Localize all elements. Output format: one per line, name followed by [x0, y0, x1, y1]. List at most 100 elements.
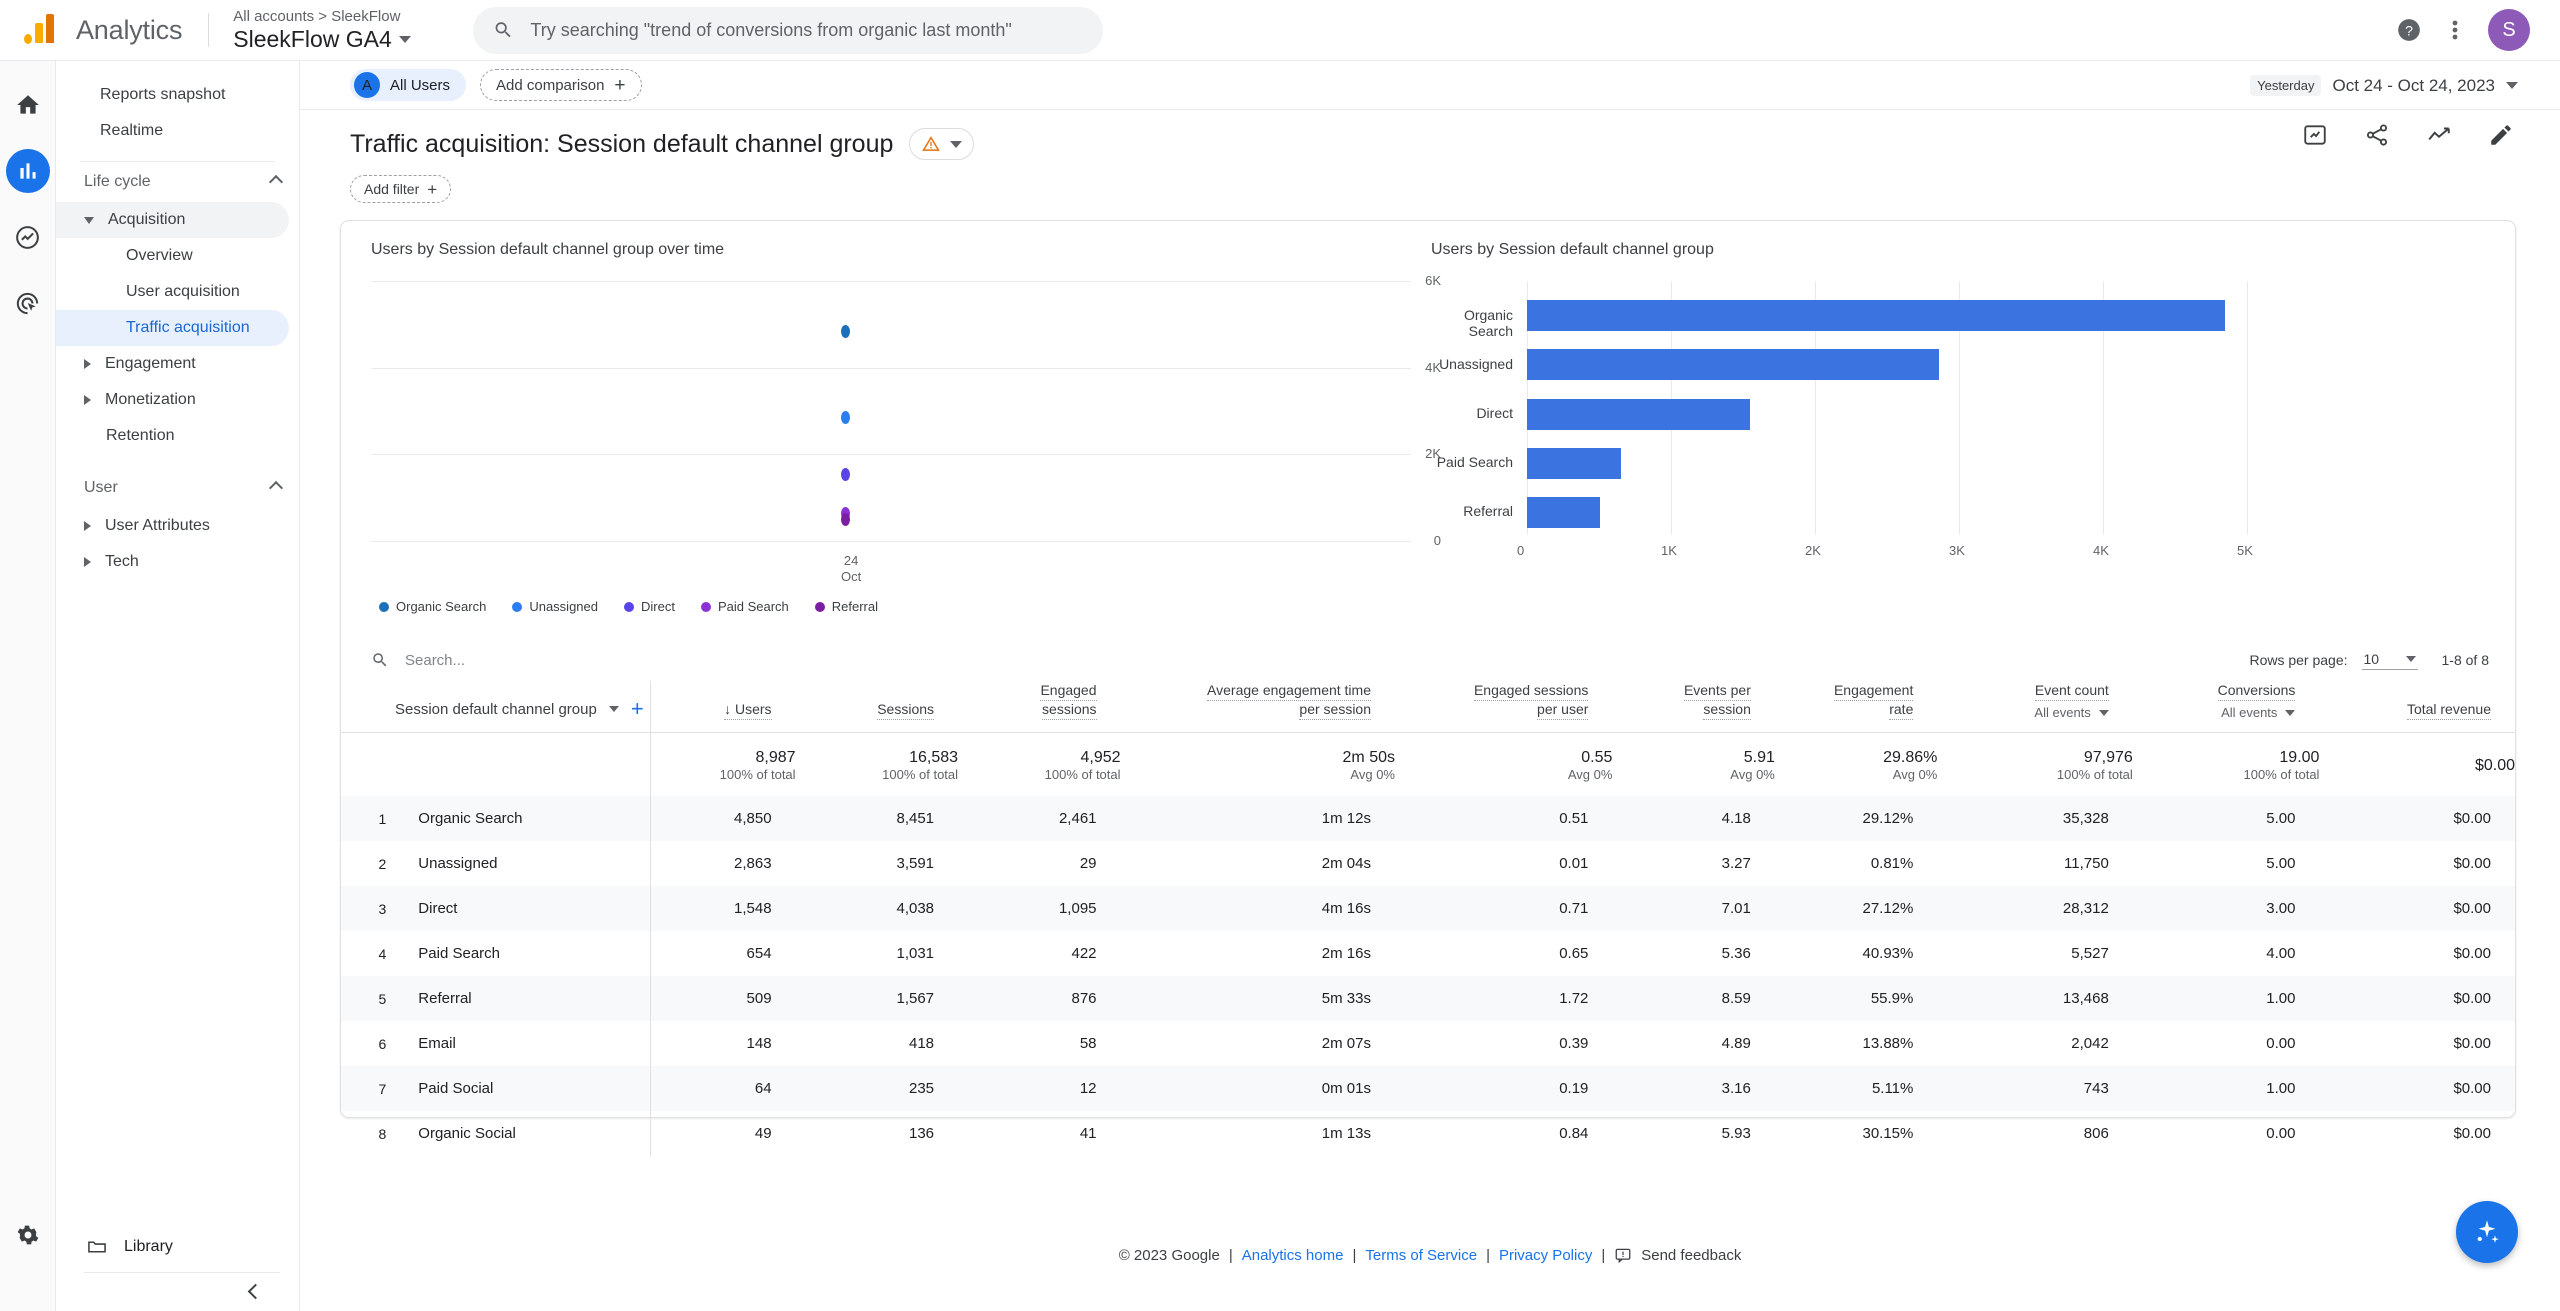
column-header[interactable]: Event count All events: [1937, 681, 2132, 733]
column-header-label[interactable]: Event count: [2034, 682, 2109, 701]
bar[interactable]: [1527, 398, 1750, 430]
table-row[interactable]: 4 Paid Search 654 1,031 422 2m 16s 0.65 5.36 40.…: [341, 931, 2515, 976]
row-dimension-value[interactable]: Paid Social: [400, 1066, 652, 1111]
property-selector[interactable]: SleekFlow GA4: [233, 26, 411, 52]
privacy-policy-link[interactable]: Privacy Policy: [1499, 1247, 1592, 1264]
help-icon[interactable]: ?: [2396, 17, 2422, 43]
data-warning-button[interactable]: [909, 128, 975, 160]
column-header-label[interactable]: Engagement: [1833, 682, 1914, 701]
sidebar-item-retention[interactable]: Retention: [56, 418, 289, 454]
sidebar-item-tech[interactable]: Tech: [56, 544, 299, 580]
column-header-label-2[interactable]: session: [1703, 701, 1751, 720]
sidebar-item-user-attributes[interactable]: User Attributes: [56, 508, 299, 544]
analytics-home-link[interactable]: Analytics home: [1242, 1247, 1344, 1264]
edit-comparison-icon[interactable]: [2302, 122, 2328, 148]
legend-item[interactable]: Referral: [814, 599, 878, 614]
column-header-label-2[interactable]: per session: [1299, 701, 1371, 720]
sidebar-item-monetization[interactable]: Monetization: [56, 382, 299, 418]
sidebar-section-life-cycle[interactable]: Life cycle: [56, 162, 299, 202]
row-dimension-value[interactable]: Organic Social: [400, 1111, 652, 1156]
timeseries-plot-area[interactable]: 0 2K 4K 6K: [371, 273, 1441, 548]
bar-plot-area[interactable]: 0 1K 2K 3K 4K 5K Organic Search Unassigned Direc…: [1431, 281, 2531, 571]
rail-explore-button[interactable]: [6, 215, 50, 259]
legend-item[interactable]: Organic Search: [379, 599, 486, 614]
sidebar-item-user-acquisition[interactable]: User acquisition: [56, 274, 289, 310]
legend-item[interactable]: Unassigned: [512, 599, 598, 614]
table-search-input[interactable]: [403, 650, 823, 670]
add-comparison-button[interactable]: Add comparison +: [480, 69, 642, 101]
table-row[interactable]: 8 Organic Social 49 136 41 1m 13s 0.84 5.93 30.1…: [341, 1111, 2515, 1156]
customize-report-icon[interactable]: [2488, 122, 2514, 148]
global-search-box[interactable]: [472, 6, 1103, 54]
column-header[interactable]: Engaged sessions: [958, 681, 1120, 733]
rail-home-button[interactable]: [6, 83, 50, 127]
dimension-column-header[interactable]: Session default channel group +: [341, 681, 652, 733]
sidebar-item-library[interactable]: Library: [56, 1227, 300, 1267]
sidebar-section-user[interactable]: User: [56, 468, 299, 508]
data-point[interactable]: [841, 467, 850, 481]
sidebar-item-realtime[interactable]: Realtime: [56, 113, 299, 149]
search-input[interactable]: [528, 18, 1083, 42]
column-header-label[interactable]: Events per: [1683, 682, 1751, 701]
column-header[interactable]: ↓ Users: [651, 681, 796, 733]
terms-of-service-link[interactable]: Terms of Service: [1365, 1247, 1477, 1264]
column-header[interactable]: Total revenue: [2319, 681, 2515, 733]
column-header-label[interactable]: Average engagement time: [1207, 682, 1371, 701]
column-header[interactable]: Average engagement time per session: [1121, 681, 1395, 733]
column-header-label-2[interactable]: rate: [1889, 701, 1914, 720]
column-header[interactable]: Conversions All events: [2133, 681, 2320, 733]
column-header-label[interactable]: Engaged sessions: [1473, 682, 1589, 701]
row-dimension-value[interactable]: Paid Search: [400, 931, 652, 976]
data-point[interactable]: [841, 410, 850, 424]
bar[interactable]: [1527, 300, 2226, 332]
row-dimension-value[interactable]: Organic Search: [400, 796, 652, 841]
data-point[interactable]: [841, 324, 850, 338]
comparison-chip-all-users[interactable]: A All Users: [350, 69, 467, 101]
rail-advertising-button[interactable]: [6, 281, 50, 325]
insights-icon[interactable]: [2426, 122, 2452, 148]
more-options-icon[interactable]: [2452, 18, 2458, 42]
sidebar-item-overview[interactable]: Overview: [56, 238, 289, 274]
bar[interactable]: [1527, 349, 1940, 381]
insights-fab-button[interactable]: [2456, 1201, 2518, 1263]
column-header-label-2[interactable]: sessions: [1042, 701, 1097, 720]
table-row[interactable]: 1 Organic Search 4,850 8,451 2,461 1m 12s 0.51…: [341, 796, 2515, 841]
column-header-label-2[interactable]: per user: [1537, 701, 1589, 720]
column-events-filter[interactable]: All events: [1938, 705, 2109, 720]
column-header-label[interactable]: Conversions: [2217, 682, 2296, 701]
add-filter-button[interactable]: Add filter +: [350, 175, 452, 203]
sidebar-item-acquisition[interactable]: Acquisition: [56, 202, 289, 238]
rows-per-page-select[interactable]: 10: [2361, 651, 2418, 670]
sidebar-item-engagement[interactable]: Engagement: [56, 346, 299, 382]
table-row[interactable]: 3 Direct 1,548 4,038 1,095 4m 16s 0.71 7.01 27.1…: [341, 886, 2515, 931]
sidebar-item-reports-snapshot[interactable]: Reports snapshot: [56, 77, 299, 113]
column-header-label[interactable]: Engaged: [1040, 682, 1097, 701]
column-header[interactable]: Engagement rate: [1775, 681, 1937, 733]
avatar[interactable]: S: [2488, 9, 2530, 51]
add-dimension-icon[interactable]: +: [631, 698, 644, 720]
column-events-filter[interactable]: All events: [2134, 705, 2296, 720]
legend-item[interactable]: Direct: [623, 599, 675, 614]
sidebar-item-traffic-acquisition[interactable]: Traffic acquisition: [56, 310, 289, 346]
collapse-sidebar-button[interactable]: [241, 1277, 269, 1305]
column-header-label[interactable]: ↓ Users: [724, 701, 772, 720]
rail-admin-button[interactable]: [6, 1213, 50, 1257]
column-header[interactable]: Engaged sessions per user: [1395, 681, 1612, 733]
apps-grid-icon[interactable]: [2343, 19, 2366, 42]
table-row[interactable]: 2 Unassigned 2,863 3,591 29 2m 04s 0.01 3.27 0.8…: [341, 841, 2515, 886]
row-dimension-value[interactable]: Unassigned: [400, 841, 652, 886]
row-dimension-value[interactable]: Referral: [400, 976, 652, 1021]
chevron-down-icon[interactable]: [608, 706, 619, 712]
bar[interactable]: [1527, 496, 1601, 528]
table-row[interactable]: 5 Referral 509 1,567 876 5m 33s 1.72 8.59 55.9% 1…: [341, 976, 2515, 1021]
share-icon[interactable]: [2364, 122, 2390, 148]
send-feedback-button[interactable]: Send feedback: [1614, 1246, 1741, 1264]
table-row[interactable]: 6 Email 148 418 58 2m 07s 0.39 4.89 13.88% 2,042 0…: [341, 1021, 2515, 1066]
row-dimension-value[interactable]: Direct: [400, 886, 652, 931]
column-header[interactable]: Sessions: [796, 681, 958, 733]
row-dimension-value[interactable]: Email: [400, 1021, 652, 1066]
data-point[interactable]: [841, 512, 850, 526]
column-header[interactable]: Events per session: [1612, 681, 1774, 733]
date-range-picker[interactable]: Yesterday Oct 24 - Oct 24, 2023: [2250, 61, 2518, 110]
column-header-label[interactable]: Sessions: [877, 701, 935, 720]
